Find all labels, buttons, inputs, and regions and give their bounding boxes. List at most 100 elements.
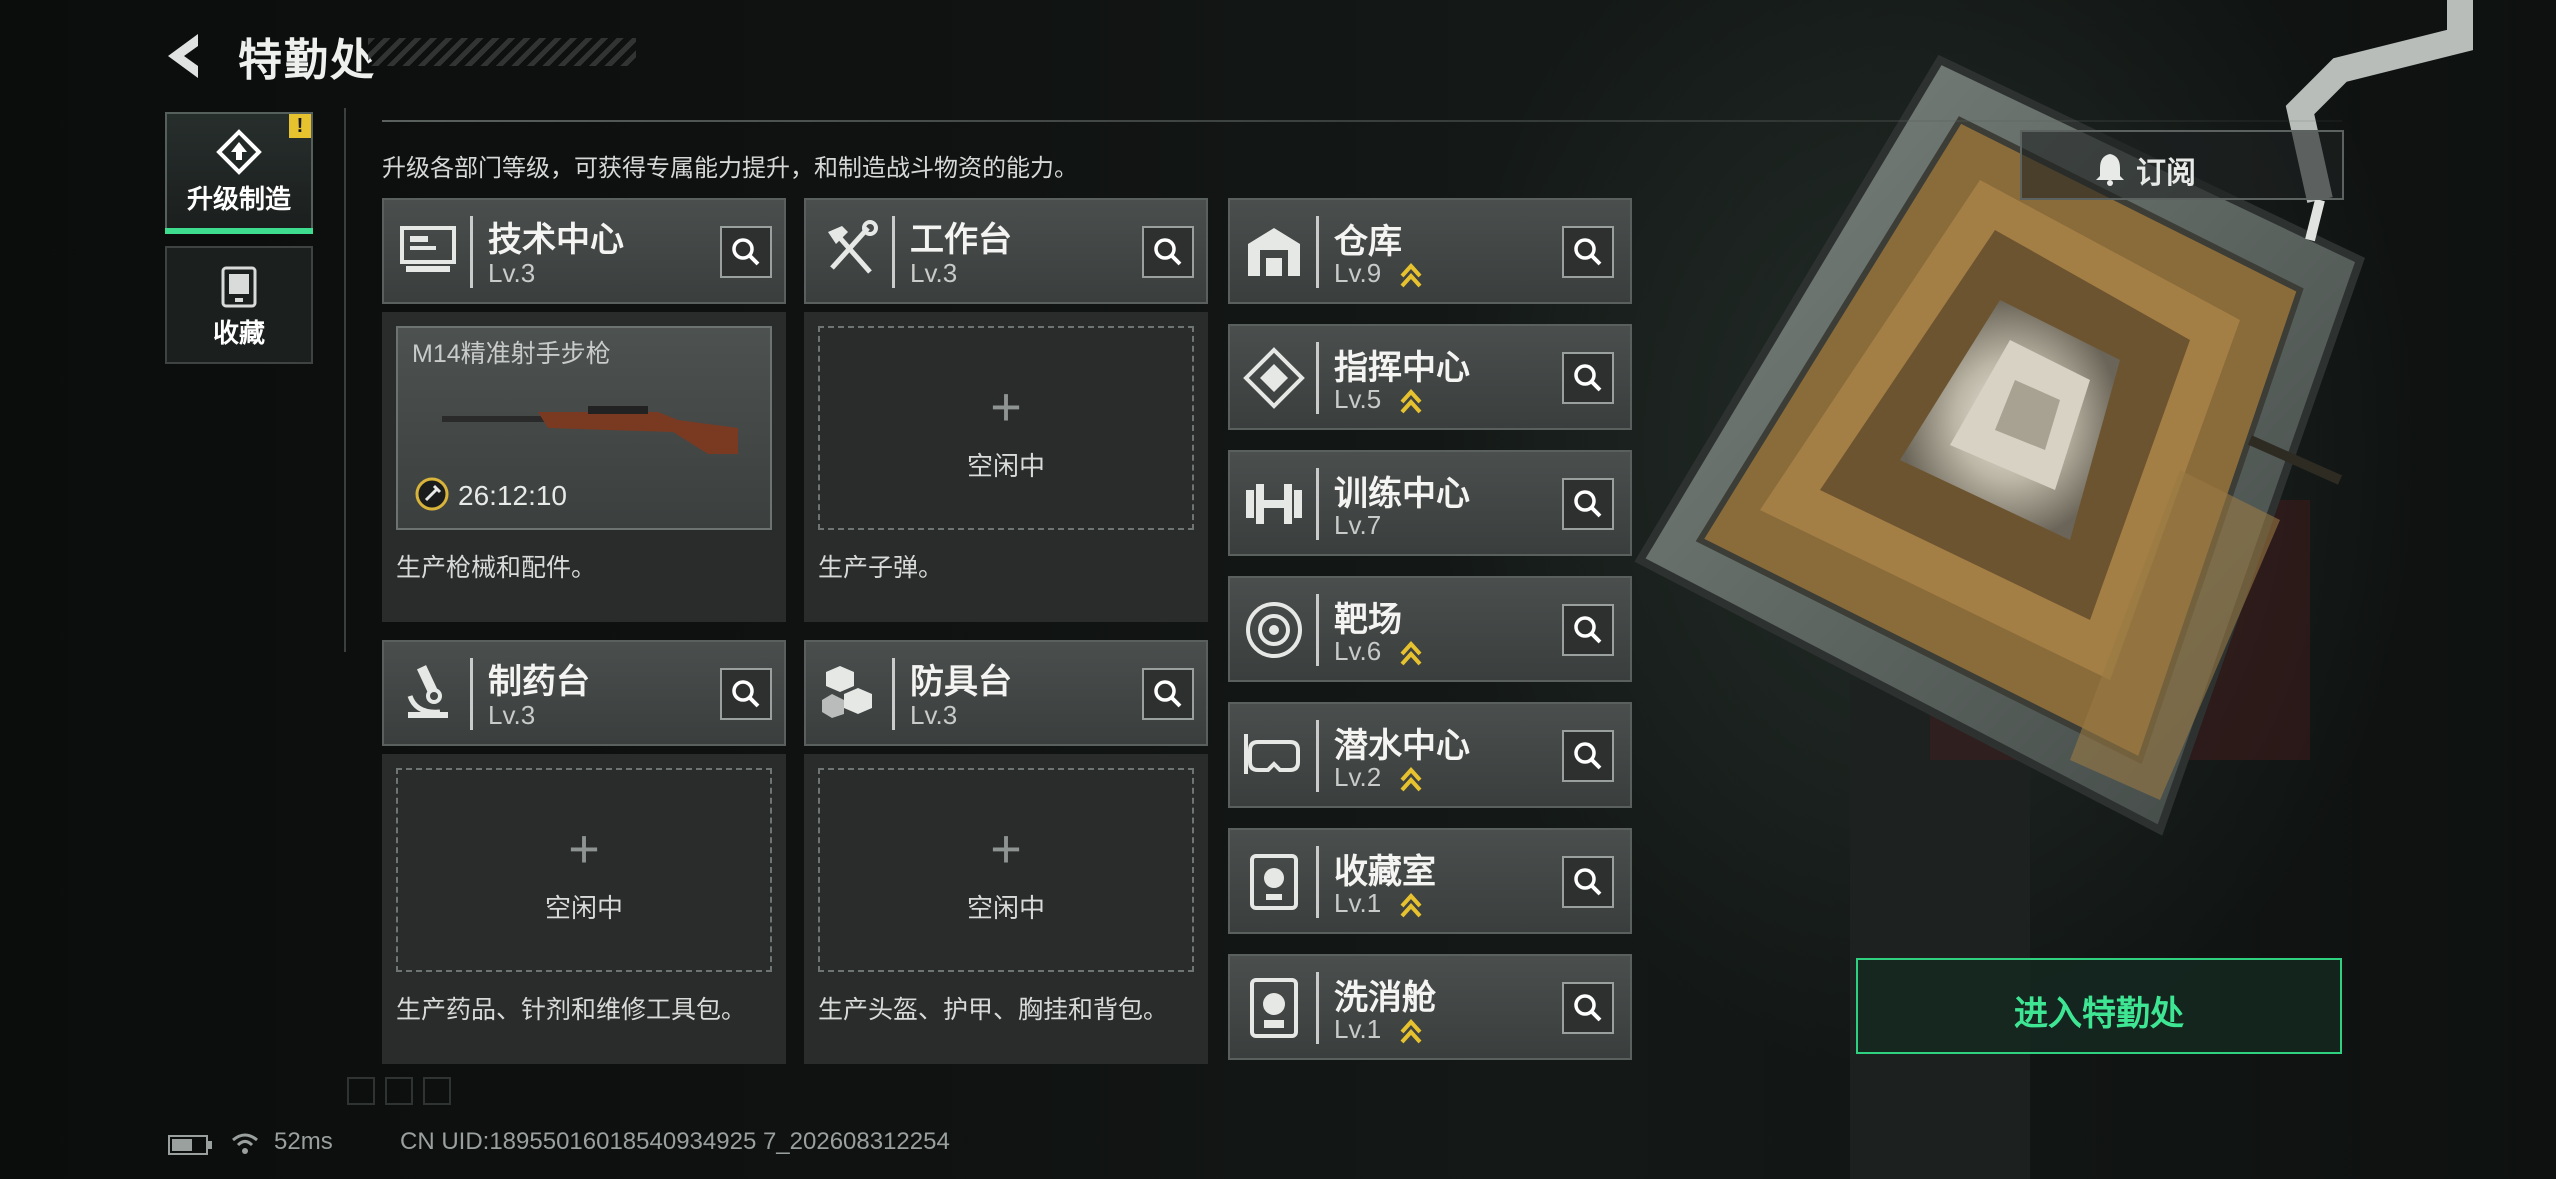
upgrade-available-icon (1400, 263, 1422, 288)
search-icon (1154, 680, 1182, 708)
inspect-button[interactable] (1562, 982, 1614, 1034)
facility-level: Lv.1 (1334, 1014, 1382, 1044)
cubes-icon (822, 666, 872, 718)
plus-icon: + (990, 377, 1022, 437)
enter-special-ops-button[interactable]: 进入特勤处 (1856, 958, 2342, 1054)
production-slot[interactable]: M14精准射手步枪 26:12:10 (396, 326, 772, 530)
wifi-icon (232, 1133, 258, 1154)
facility-level: Lv.2 (1334, 762, 1382, 792)
upgrade-available-icon (1400, 767, 1422, 792)
tab-label: 收藏 (212, 318, 265, 348)
item-name: M14精准射手步枪 (412, 340, 611, 368)
facility-shooting-range[interactable]: 靶场 Lv.6 (1228, 576, 1632, 682)
workshop-pharmacy-header[interactable]: 制药台 Lv.3 (382, 640, 786, 746)
divider (470, 658, 473, 730)
facility-command-center[interactable]: 指挥中心 Lv.5 (1228, 324, 1632, 430)
divider (892, 658, 895, 730)
diving-mask-icon (1244, 734, 1300, 774)
target-icon (1246, 602, 1302, 658)
facility-name: 收藏室 (1334, 853, 1436, 891)
inspect-button[interactable] (1562, 226, 1614, 278)
search-icon (1574, 742, 1602, 770)
empty-production-slot[interactable]: + 空闲中 (818, 768, 1194, 972)
tab-upgrade-manufacture[interactable]: ! 升级制造 (165, 112, 313, 234)
active-tab-indicator (165, 228, 313, 234)
workshop-level: Lv.3 (488, 700, 536, 730)
facility-warehouse[interactable]: 仓库 Lv.9 (1228, 198, 1632, 304)
divider (382, 120, 2342, 122)
workshop-name: 工作台 (910, 221, 1012, 259)
facility-level: Lv.7 (1334, 510, 1382, 540)
workshop-name: 制药台 (488, 663, 590, 701)
production-timer: 26:12:10 (458, 480, 567, 511)
inspect-button[interactable] (1562, 856, 1614, 908)
facility-training-center[interactable]: 训练中心 Lv.7 (1228, 450, 1632, 556)
search-icon (1574, 868, 1602, 896)
workshop-armor-header[interactable]: 防具台 Lv.3 (804, 640, 1208, 746)
workshop-workbench-body: + 空闲中 生产子弹。 (804, 312, 1208, 622)
idle-label: 空闲中 (966, 451, 1045, 481)
divider (892, 216, 895, 288)
workshop-tech-center-header[interactable]: 技术中心 Lv.3 (382, 198, 786, 304)
empty-production-slot[interactable]: + 空闲中 (396, 768, 772, 972)
divider (344, 108, 346, 652)
inspect-button[interactable] (1562, 352, 1614, 404)
divider (1316, 216, 1319, 288)
search-icon (1574, 238, 1602, 266)
facility-name: 潜水中心 (1334, 727, 1470, 765)
facility-collection-room[interactable]: 收藏室 Lv.1 (1228, 828, 1632, 934)
search-icon (1574, 616, 1602, 644)
workshop-tech-center-body: M14精准射手步枪 26:12:10 生产枪械和配件。 (382, 312, 786, 622)
network-ping: 52ms (274, 1128, 333, 1155)
idle-label: 空闲中 (966, 893, 1045, 923)
trophy-case-icon (221, 266, 257, 308)
title-decoration (368, 38, 636, 66)
facility-level: Lv.6 (1334, 636, 1382, 666)
facility-name: 训练中心 (1334, 475, 1470, 513)
monitor-icon (400, 226, 456, 272)
search-icon (1574, 364, 1602, 392)
search-icon (1574, 994, 1602, 1022)
upgrade-available-icon (1400, 893, 1422, 918)
alert-badge: ! (289, 114, 311, 138)
workshop-armor-body: + 空闲中 生产头盔、护甲、胸挂和背包。 (804, 754, 1208, 1064)
divider (1316, 594, 1319, 666)
back-arrow-icon[interactable] (160, 28, 216, 84)
facility-name: 靶场 (1334, 601, 1402, 639)
plus-icon: + (990, 819, 1022, 879)
inspect-button[interactable] (720, 226, 772, 278)
upgrade-icon (216, 129, 262, 175)
command-icon (1243, 347, 1305, 409)
battery-icon (168, 1135, 212, 1155)
empty-production-slot[interactable]: + 空闲中 (818, 326, 1194, 530)
page-title: 特勤处 (238, 36, 376, 85)
search-icon (1574, 490, 1602, 518)
bell-icon (2096, 154, 2124, 186)
facility-name: 指挥中心 (1334, 349, 1470, 387)
section-description: 升级各部门等级，可获得专属能力提升，和制造战斗物资的能力。 (382, 155, 1078, 182)
workshop-level: Lv.3 (910, 700, 958, 730)
rifle-image (442, 406, 738, 454)
plus-icon: + (568, 819, 600, 879)
inspect-button[interactable] (1142, 226, 1194, 278)
idle-label: 空闲中 (544, 893, 623, 923)
inspect-button[interactable] (1562, 604, 1614, 656)
enter-label: 进入特勤处 (2014, 995, 2184, 1033)
inspect-button[interactable] (1562, 730, 1614, 782)
inspect-button[interactable] (720, 668, 772, 720)
decon-icon (1250, 978, 1298, 1038)
workshop-level: Lv.3 (488, 258, 536, 288)
facility-diving-center[interactable]: 潜水中心 Lv.2 (1228, 702, 1632, 808)
subscribe-button[interactable]: 订阅 (2020, 130, 2344, 200)
microscope-icon (407, 665, 448, 718)
inspect-button[interactable] (1562, 478, 1614, 530)
facility-decontamination[interactable]: 洗消舱 Lv.1 (1228, 954, 1632, 1060)
tab-collection[interactable]: 收藏 (165, 246, 313, 364)
wrench-timer-icon (415, 477, 449, 511)
divider (1316, 720, 1319, 792)
facility-level: Lv.1 (1334, 888, 1382, 918)
facility-level: Lv.9 (1334, 258, 1382, 288)
divider (1316, 468, 1319, 540)
inspect-button[interactable] (1142, 668, 1194, 720)
workshop-workbench-header[interactable]: 工作台 Lv.3 (804, 198, 1208, 304)
